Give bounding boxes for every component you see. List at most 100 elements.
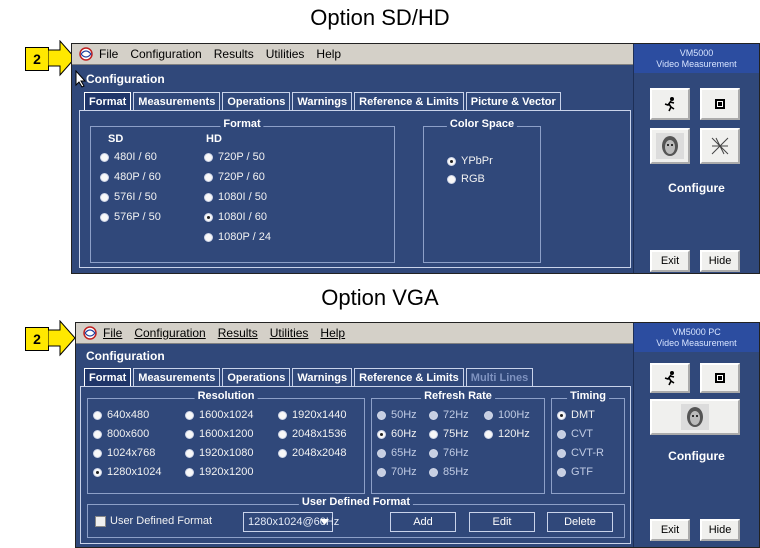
radio-1080p-24[interactable]: 1080P / 24 [204,231,271,243]
radio-1280x1024[interactable]: 1280x1024 [93,466,161,478]
radio-70hz[interactable]: 70Hz [377,466,417,478]
radio-button-icon [429,410,438,420]
user-defined-format-group-title: User Defined Format [298,496,414,508]
menu-utilities[interactable]: Utilities [266,47,305,61]
vector-button[interactable] [700,128,740,164]
user-defined-format-checkbox[interactable] [95,516,106,527]
radio-1920x1080[interactable]: 1920x1080 [185,447,253,459]
menu-help[interactable]: Help [316,47,341,61]
tab-format[interactable]: Format [84,92,132,111]
radio-button-icon [204,152,213,162]
color-space-group [423,126,541,263]
radio-480i-60[interactable]: 480I / 60 [100,151,157,163]
menu-help[interactable]: Help [320,326,345,340]
picture-button[interactable] [650,128,690,164]
exit-button[interactable]: Exit [650,250,690,272]
radio-1024x768[interactable]: 1024x768 [93,447,155,459]
add-button[interactable]: Add [390,512,456,532]
radio-button-icon [429,448,438,458]
tab-warnings[interactable]: Warnings [292,92,353,111]
exit-button[interactable]: Exit [650,519,690,541]
stop-square-icon [715,99,725,109]
sidebar: VM5000 Video Measurement Configure Exit … [633,44,759,273]
radio-576p-50[interactable]: 576P / 50 [100,211,161,223]
radio-100hz[interactable]: 100Hz [484,409,530,421]
radio-76hz[interactable]: 76Hz [429,447,469,459]
radio-1920x1440[interactable]: 1920x1440 [278,409,346,421]
radio-800x600[interactable]: 800x600 [93,428,149,440]
stop-button[interactable] [700,363,740,393]
tab-format[interactable]: Format [84,368,132,387]
running-figure-icon [664,97,675,112]
menu-results[interactable]: Results [218,326,258,340]
radio-576i-50[interactable]: 576I / 50 [100,191,157,203]
radio-1600x1024[interactable]: 1600x1024 [185,409,253,421]
callout-arrow-icon [48,320,76,357]
radio-720p-60[interactable]: 720P / 60 [204,171,265,183]
tab-warnings[interactable]: Warnings [292,368,353,387]
radio-dmt[interactable]: DMT [557,409,595,421]
radio-2048x2048[interactable]: 2048x2048 [278,447,346,459]
sidebar: VM5000 PC Video Measurement Configure Ex… [633,323,759,547]
radio-rgb[interactable]: RGB [447,173,485,185]
color-space-group-title: Color Space [446,118,518,130]
radio-120hz[interactable]: 120Hz [484,428,530,440]
radio-selected-icon [93,467,102,477]
format-tab-panel: Format SD HD 480I / 60 480P / 60 576I / … [79,110,631,268]
brand-label: VM5000 Video Measurement [634,44,759,73]
menu-configuration[interactable]: Configuration [130,47,201,61]
tab-operations[interactable]: Operations [222,368,291,387]
app-logo-icon [83,326,97,340]
format-tab-panel: Resolution 640x480 800x600 1024x768 1280… [80,386,631,544]
run-button[interactable] [650,88,690,120]
configure-label: Configure [668,181,725,195]
tab-multi-lines: Multi Lines [465,368,534,387]
tab-measurements[interactable]: Measurements [133,368,221,387]
menu-utilities[interactable]: Utilities [270,326,309,340]
user-defined-format-dropdown[interactable]: 1280x1024@60Hz [243,512,339,532]
radio-2048x1536[interactable]: 2048x1536 [278,428,346,440]
radio-85hz[interactable]: 85Hz [429,466,469,478]
tab-measurements[interactable]: Measurements [133,92,221,111]
tab-reference-limits[interactable]: Reference & Limits [354,368,464,387]
running-figure-icon [664,371,675,386]
menu-configuration[interactable]: Configuration [134,326,205,340]
radio-50hz[interactable]: 50Hz [377,409,417,421]
hide-button[interactable]: Hide [700,250,740,272]
radio-button-icon [93,448,102,458]
tab-reference-limits[interactable]: Reference & Limits [354,92,464,111]
radio-1600x1200[interactable]: 1600x1200 [185,428,253,440]
radio-640x480[interactable]: 640x480 [93,409,149,421]
callout-badge: 2 [25,47,49,71]
radio-720p-50[interactable]: 720P / 50 [204,151,265,163]
radio-72hz[interactable]: 72Hz [429,409,469,421]
menu-file[interactable]: File [99,47,118,61]
radio-ypbpr[interactable]: YPbPr [447,155,493,167]
tab-picture-vector[interactable]: Picture & Vector [465,92,561,111]
edit-button[interactable]: Edit [469,512,535,532]
caption-option-sdhd: Option SD/HD [310,5,450,30]
configure-label: Configure [668,449,725,463]
radio-1920x1200[interactable]: 1920x1200 [185,466,253,478]
tab-operations[interactable]: Operations [222,92,291,111]
radio-65hz[interactable]: 65Hz [377,447,417,459]
radio-cvt-r[interactable]: CVT-R [557,447,604,459]
picture-button[interactable] [650,399,740,435]
radio-60hz[interactable]: 60Hz [377,428,417,440]
delete-button[interactable]: Delete [547,512,613,532]
stop-button[interactable] [700,88,740,120]
radio-75hz[interactable]: 75Hz [429,428,469,440]
run-button[interactable] [650,363,690,393]
callout-badge: 2 [25,327,49,351]
sdhd-window: File Configuration Results Utilities Hel… [71,43,760,274]
menu-file[interactable]: File [103,326,122,340]
brand-label: VM5000 PC Video Measurement [634,323,759,352]
radio-1080i-50[interactable]: 1080I / 50 [204,191,267,203]
radio-cvt[interactable]: CVT [557,428,593,440]
radio-gtf[interactable]: GTF [557,466,593,478]
menu-results[interactable]: Results [214,47,254,61]
radio-1080i-60[interactable]: 1080I / 60 [204,211,267,223]
radio-480p-60[interactable]: 480P / 60 [100,171,161,183]
chevron-down-icon [320,519,329,525]
hide-button[interactable]: Hide [700,519,740,541]
